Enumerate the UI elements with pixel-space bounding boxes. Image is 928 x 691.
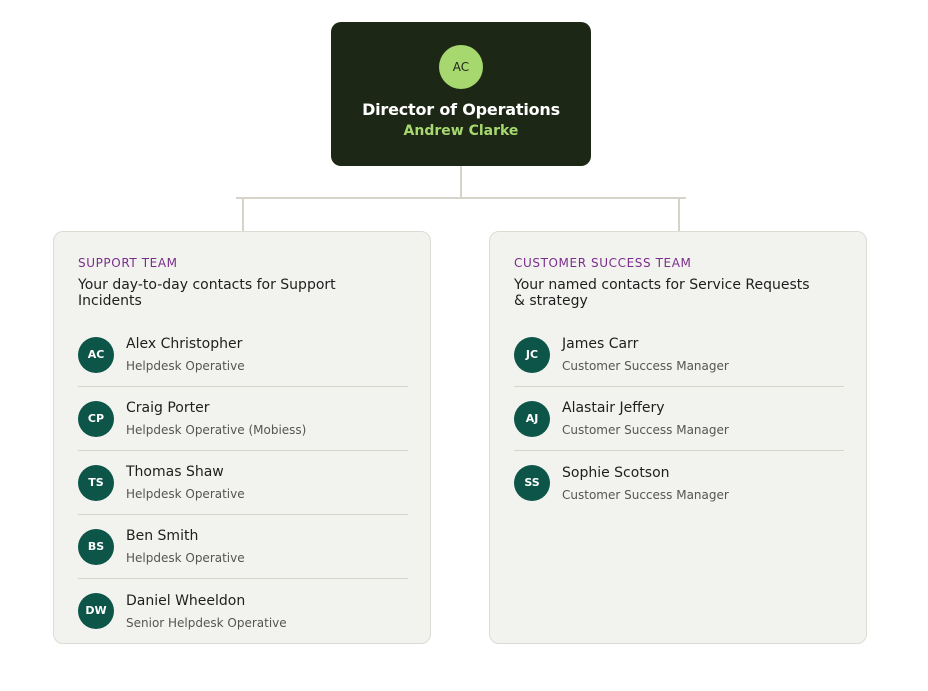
- avatar: DW: [78, 593, 114, 629]
- avatar: AC: [78, 336, 114, 373]
- member-role: Helpdesk Operative: [126, 359, 245, 373]
- member-role: Customer Success Manager: [562, 359, 729, 373]
- member-list: AC Alex Christopher Helpdesk Operative C…: [78, 323, 408, 643]
- member-role: Customer Success Manager: [562, 487, 729, 502]
- support-team-card: SUPPORT TEAM Your day-to-day contacts fo…: [53, 231, 431, 644]
- member-name: Sophie Scotson: [562, 464, 670, 481]
- avatar: BS: [78, 528, 114, 565]
- avatar: SS: [514, 465, 550, 501]
- member-role: Helpdesk Operative (Mobiess): [126, 423, 307, 437]
- connector-vertical-top: [460, 166, 462, 198]
- director-name: Andrew Clarke: [403, 123, 519, 139]
- connector-left: [242, 198, 244, 231]
- member-role: Senior Helpdesk Operative: [126, 615, 287, 630]
- member-item: BS Ben Smith Helpdesk Operative: [78, 515, 408, 579]
- member-item: SS Sophie Scotson Customer Success Manag…: [514, 451, 844, 515]
- team-description: Your day-to-day contacts for Support Inc…: [78, 277, 336, 309]
- avatar: JC: [514, 336, 550, 373]
- director-role: Director of Operations: [362, 100, 560, 119]
- director-avatar: AC: [439, 45, 483, 89]
- member-name: James Carr: [562, 336, 639, 352]
- member-role: Helpdesk Operative: [126, 551, 245, 565]
- avatar: TS: [78, 464, 114, 501]
- avatar: AJ: [514, 400, 550, 437]
- member-name: Alastair Jeffery: [562, 400, 665, 416]
- member-item: JC James Carr Customer Success Manager: [514, 323, 844, 387]
- member-role: Customer Success Manager: [562, 423, 729, 437]
- member-item: CP Craig Porter Helpdesk Operative (Mobi…: [78, 387, 408, 451]
- member-item: DW Daniel Wheeldon Senior Helpdesk Opera…: [78, 579, 408, 643]
- member-name: Craig Porter: [126, 400, 210, 416]
- director-card: AC Director of Operations Andrew Clarke: [331, 22, 591, 166]
- member-item: TS Thomas Shaw Helpdesk Operative: [78, 451, 408, 515]
- member-name: Alex Christopher: [126, 336, 243, 352]
- member-name: Thomas Shaw: [126, 464, 224, 480]
- member-list: JC James Carr Customer Success Manager A…: [514, 323, 844, 515]
- team-label: SUPPORT TEAM: [78, 256, 178, 270]
- member-item: AC Alex Christopher Helpdesk Operative: [78, 323, 408, 387]
- member-role: Helpdesk Operative: [126, 487, 245, 501]
- customer-success-team-card: CUSTOMER SUCCESS TEAM Your named contact…: [489, 231, 867, 644]
- member-name: Ben Smith: [126, 528, 199, 544]
- team-label: CUSTOMER SUCCESS TEAM: [514, 256, 692, 270]
- connector-horizontal: [236, 197, 686, 199]
- org-chart: AC Director of Operations Andrew Clarke …: [0, 0, 928, 691]
- member-item: AJ Alastair Jeffery Customer Success Man…: [514, 387, 844, 451]
- connector-right: [678, 198, 680, 231]
- avatar: CP: [78, 400, 114, 437]
- team-description: Your named contacts for Service Requests…: [514, 277, 810, 309]
- member-name: Daniel Wheeldon: [126, 592, 246, 609]
